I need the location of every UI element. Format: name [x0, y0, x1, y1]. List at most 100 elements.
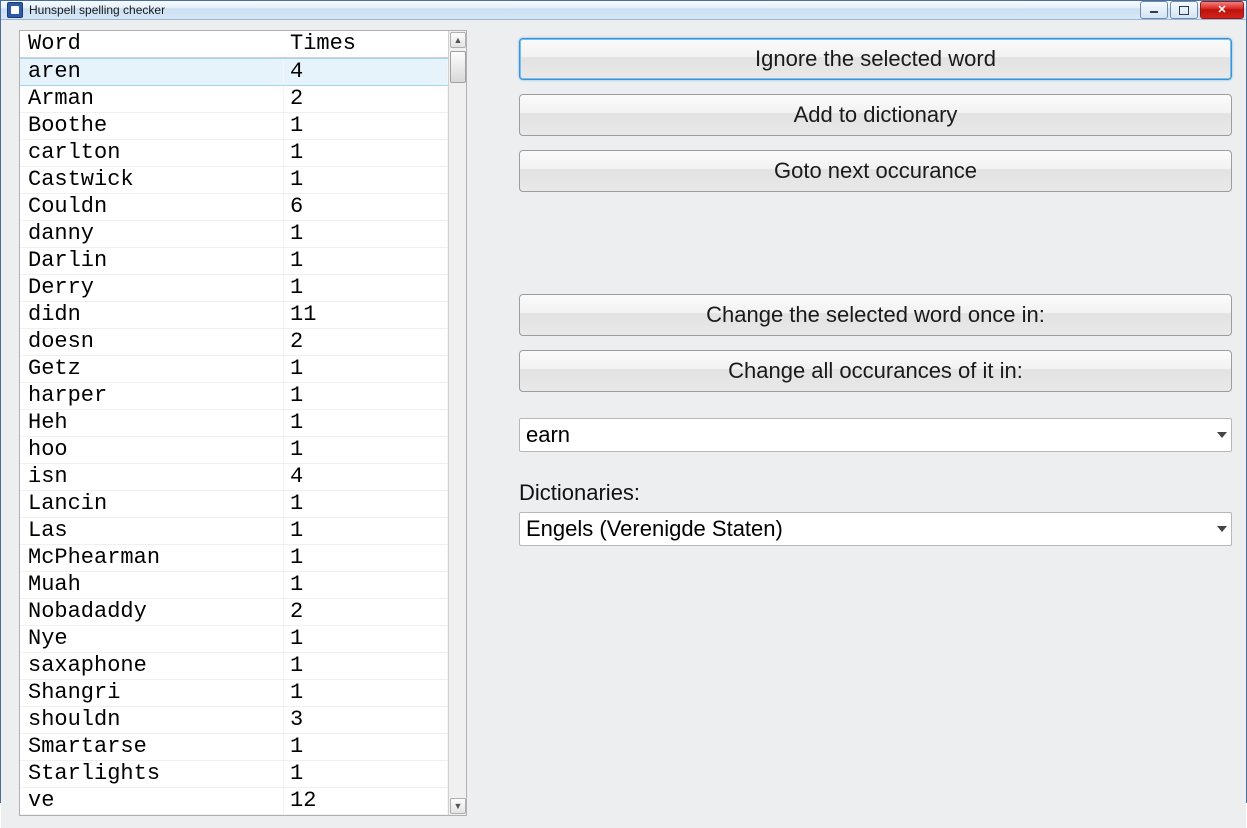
vertical-scrollbar[interactable]: ▲ ▼ [448, 31, 466, 815]
goto-next-button[interactable]: Goto next occurance [519, 150, 1232, 192]
cell-times: 1 [284, 545, 448, 571]
table-row[interactable]: Getz1 [20, 356, 448, 383]
cell-times: 3 [284, 707, 448, 733]
word-list-panel: Word Times aren4Arman2Boothe1carlton1Cas… [19, 30, 467, 816]
close-button[interactable] [1200, 1, 1244, 19]
cell-word: Boothe [20, 113, 284, 139]
cell-word: Lancin [20, 491, 284, 517]
cell-times: 2 [284, 329, 448, 355]
table-row[interactable]: harper1 [20, 383, 448, 410]
table-row[interactable]: Smartarse1 [20, 734, 448, 761]
cell-word: Arman [20, 86, 284, 112]
word-list[interactable]: Word Times aren4Arman2Boothe1carlton1Cas… [20, 31, 448, 815]
cell-times: 11 [284, 302, 448, 328]
table-row[interactable]: danny1 [20, 221, 448, 248]
cell-times: 1 [284, 113, 448, 139]
table-row[interactable]: isn4 [20, 464, 448, 491]
table-row[interactable]: doesn2 [20, 329, 448, 356]
cell-word: carlton [20, 140, 284, 166]
header-word[interactable]: Word [20, 31, 284, 57]
app-icon [7, 2, 23, 18]
table-row[interactable]: Arman2 [20, 86, 448, 113]
cell-word: Smartarse [20, 734, 284, 760]
cell-word: didn [20, 302, 284, 328]
cell-word: Heh [20, 410, 284, 436]
table-row[interactable]: Derry1 [20, 275, 448, 302]
cell-times: 1 [284, 275, 448, 301]
cell-times: 1 [284, 734, 448, 760]
minimize-button[interactable] [1140, 1, 1168, 19]
cell-times: 1 [284, 248, 448, 274]
cell-word: McPhearman [20, 545, 284, 571]
cell-word: isn [20, 464, 284, 490]
cell-word: saxaphone [20, 653, 284, 679]
change-once-button[interactable]: Change the selected word once in: [519, 294, 1232, 336]
table-row[interactable]: Castwick1 [20, 167, 448, 194]
cell-word: Shangri [20, 680, 284, 706]
cell-times: 1 [284, 491, 448, 517]
client-area: Word Times aren4Arman2Boothe1carlton1Cas… [1, 20, 1246, 828]
table-row[interactable]: McPhearman1 [20, 545, 448, 572]
cell-times: 12 [284, 788, 448, 814]
table-row[interactable]: Heh1 [20, 410, 448, 437]
table-row[interactable]: Las1 [20, 518, 448, 545]
add-to-dictionary-button[interactable]: Add to dictionary [519, 94, 1232, 136]
table-row[interactable]: hoo1 [20, 437, 448, 464]
cell-word: Derry [20, 275, 284, 301]
cell-word: Darlin [20, 248, 284, 274]
cell-word: Starlights [20, 761, 284, 787]
table-row[interactable]: carlton1 [20, 140, 448, 167]
table-row[interactable]: Darlin1 [20, 248, 448, 275]
dictionary-combobox[interactable]: Engels (Verenigde Staten) [519, 512, 1232, 546]
cell-times: 1 [284, 437, 448, 463]
table-row[interactable]: Couldn6 [20, 194, 448, 221]
cell-word: Nobadaddy [20, 599, 284, 625]
table-row[interactable]: saxaphone1 [20, 653, 448, 680]
cell-times: 6 [284, 194, 448, 220]
cell-word: Castwick [20, 167, 284, 193]
dictionaries-label: Dictionaries: [519, 480, 1232, 506]
cell-word: Nye [20, 626, 284, 652]
table-row[interactable]: aren4 [20, 58, 448, 86]
scroll-thumb[interactable] [450, 51, 466, 83]
window-title: Hunspell spelling checker [29, 3, 1138, 17]
cell-word: Las [20, 518, 284, 544]
change-all-button[interactable]: Change all occurances of it in: [519, 350, 1232, 392]
title-bar[interactable]: Hunspell spelling checker [1, 1, 1246, 20]
table-row[interactable]: Shangri1 [20, 680, 448, 707]
cell-times: 1 [284, 680, 448, 706]
word-list-header[interactable]: Word Times [20, 31, 448, 58]
table-row[interactable]: Lancin1 [20, 491, 448, 518]
cell-word: Getz [20, 356, 284, 382]
table-row[interactable]: Starlights1 [20, 761, 448, 788]
cell-times: 1 [284, 140, 448, 166]
cell-word: Muah [20, 572, 284, 598]
table-row[interactable]: shouldn3 [20, 707, 448, 734]
cell-times: 1 [284, 572, 448, 598]
suggestion-value: earn [526, 422, 570, 448]
cell-word: doesn [20, 329, 284, 355]
cell-word: aren [20, 59, 284, 85]
scroll-down-button[interactable]: ▼ [450, 798, 466, 814]
cell-times: 1 [284, 626, 448, 652]
cell-word: danny [20, 221, 284, 247]
actions-panel: Ignore the selected word Add to dictiona… [519, 30, 1232, 816]
table-row[interactable]: Nye1 [20, 626, 448, 653]
ignore-button[interactable]: Ignore the selected word [519, 38, 1232, 80]
table-row[interactable]: Muah1 [20, 572, 448, 599]
cell-times: 1 [284, 518, 448, 544]
table-row[interactable]: ve12 [20, 788, 448, 815]
table-row[interactable]: Boothe1 [20, 113, 448, 140]
suggestion-combobox[interactable]: earn [519, 418, 1232, 452]
header-times[interactable]: Times [284, 31, 448, 57]
table-row[interactable]: Nobadaddy2 [20, 599, 448, 626]
cell-times: 2 [284, 599, 448, 625]
table-row[interactable]: didn11 [20, 302, 448, 329]
cell-times: 1 [284, 410, 448, 436]
maximize-button[interactable] [1170, 1, 1198, 19]
scroll-up-button[interactable]: ▲ [450, 32, 466, 48]
chevron-down-icon [1217, 432, 1227, 438]
cell-times: 2 [284, 86, 448, 112]
dictionary-value: Engels (Verenigde Staten) [526, 516, 783, 542]
cell-word: Couldn [20, 194, 284, 220]
